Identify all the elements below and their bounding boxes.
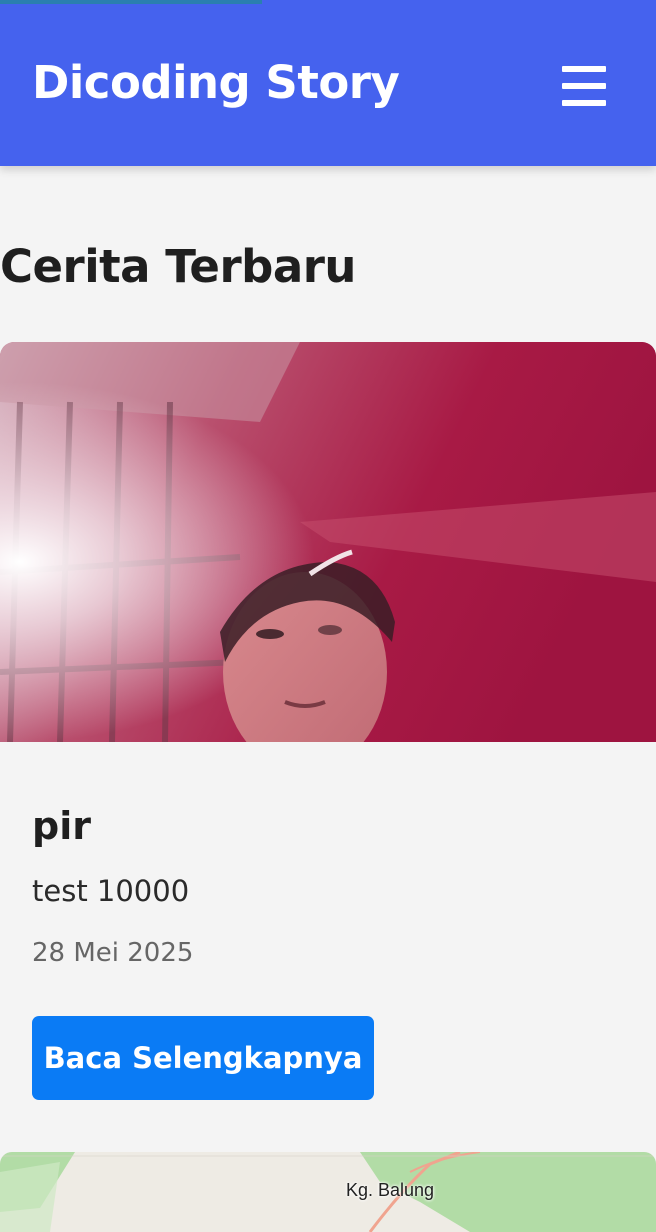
hamburger-icon-line bbox=[562, 100, 606, 106]
section-title: Cerita Terbaru bbox=[0, 240, 356, 293]
story-name: pir bbox=[32, 804, 91, 848]
read-more-button[interactable]: Baca Selengkapnya bbox=[32, 1016, 374, 1100]
app-header: Dicoding Story bbox=[0, 0, 656, 166]
story-card: pir test 10000 28 Mei 2025 Baca Selengka… bbox=[0, 342, 656, 1132]
map-tiles bbox=[0, 1152, 656, 1232]
story-map[interactable]: Kg. Balung bbox=[0, 1152, 656, 1232]
hamburger-icon bbox=[562, 66, 606, 72]
story-photo bbox=[0, 342, 656, 742]
menu-button[interactable] bbox=[560, 62, 608, 110]
story-date: 28 Mei 2025 bbox=[32, 938, 194, 968]
hamburger-icon-line bbox=[562, 83, 606, 89]
loading-progress-bar bbox=[0, 0, 262, 4]
app-title[interactable]: Dicoding Story bbox=[32, 56, 400, 109]
story-description: test 10000 bbox=[32, 874, 190, 908]
map-place-label: Kg. Balung bbox=[346, 1180, 435, 1200]
story-photo-image bbox=[0, 342, 656, 742]
